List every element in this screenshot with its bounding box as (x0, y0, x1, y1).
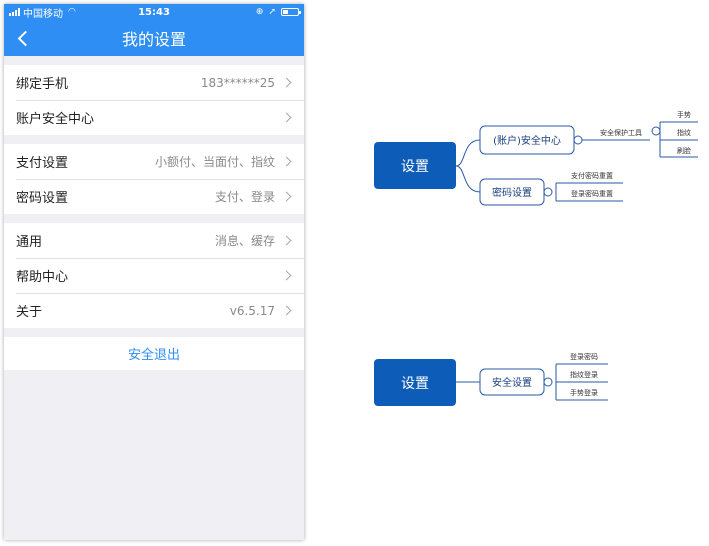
leaf-label: 指纹 (677, 128, 691, 137)
collapse-knob (543, 377, 553, 387)
leaf-label: 刷脸 (677, 146, 691, 155)
mindmap-root-label: 设置 (401, 376, 429, 392)
collapse-knob (543, 187, 553, 197)
collapse-knob (651, 126, 661, 136)
mindmap-2: 设置 安全设置 登录密码 指纹登录 手势登录 (374, 352, 608, 406)
connector (455, 165, 481, 193)
leaf-label: 登录密码重置 (571, 189, 613, 198)
mindmap-1: 设置 (账户)安全中心 安全保护工具 手势 指纹 刷脸 密码设置 支付密码重置 … (374, 110, 698, 206)
leaf-label: 手势登录 (570, 388, 598, 397)
node-label: 安全设置 (492, 376, 532, 389)
node-label: (账户)安全中心 (493, 134, 561, 147)
leaf-label: 登录密码 (570, 352, 598, 361)
mindmaps: 设置 (账户)安全中心 安全保护工具 手势 指纹 刷脸 密码设置 支付密码重置 … (374, 110, 698, 406)
node-label: 安全保护工具 (600, 128, 642, 137)
leaf-label: 手势 (677, 110, 691, 119)
node-label: 密码设置 (492, 186, 532, 199)
mindmap-root-label: 设置 (401, 159, 429, 175)
leaf-label: 指纹登录 (570, 370, 598, 379)
leaf-label: 支付密码重置 (571, 171, 613, 180)
collapse-knob (573, 135, 583, 145)
connector (455, 139, 481, 167)
